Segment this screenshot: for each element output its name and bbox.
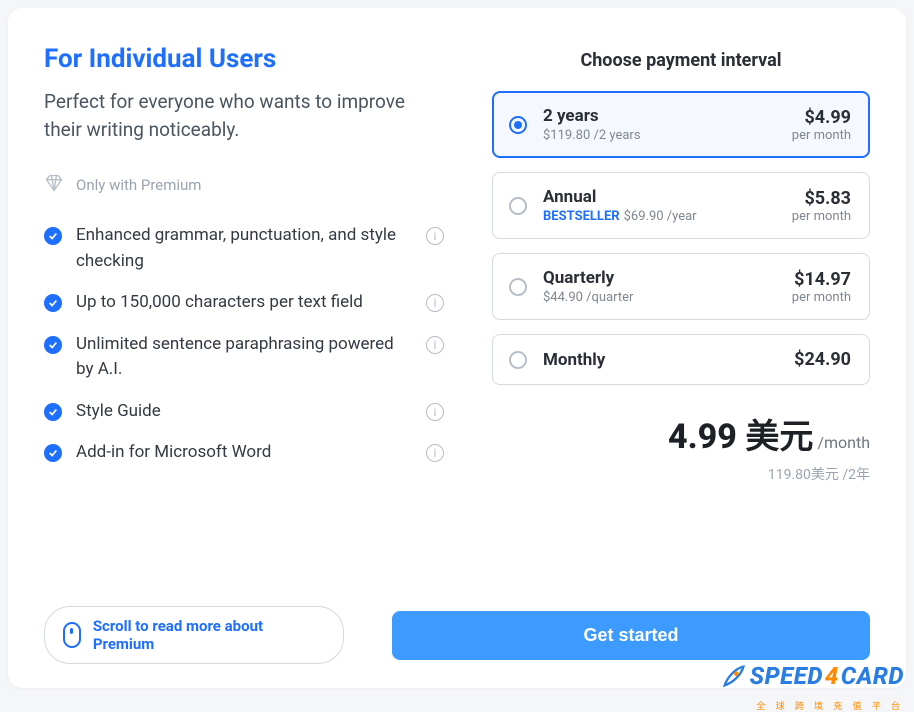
watermark-subtitle: 全 球 跨 境 充 值 平 台: [756, 699, 904, 712]
plan-price: $14.97 per month: [792, 269, 851, 305]
plan-main: 2 years $119.80 /2 years: [543, 106, 776, 143]
premium-header: Only with Premium: [44, 173, 444, 197]
plan-option-annual[interactable]: Annual BESTSELLER $69.90 /year $5.83 per …: [492, 172, 870, 239]
plan-main: Monthly: [543, 350, 778, 370]
plan-per: per month: [792, 290, 851, 305]
feature-text: Style Guide: [76, 399, 412, 425]
feature-item: Style Guide i: [44, 391, 444, 433]
info-icon[interactable]: i: [426, 294, 444, 312]
plan-option-2years[interactable]: 2 years $119.80 /2 years $4.99 per month: [492, 91, 870, 158]
premium-label: Only with Premium: [76, 176, 201, 194]
plan-name: 2 years: [543, 106, 776, 126]
plan-amount: $14.97: [792, 269, 851, 290]
summary-sub: 119.80美元 /2年: [492, 464, 870, 484]
plan-per: per month: [792, 209, 851, 224]
diamond-icon: [44, 173, 64, 197]
feature-text: Unlimited sentence paraphrasing powered …: [76, 332, 412, 383]
get-started-button[interactable]: Get started: [392, 611, 870, 660]
info-icon[interactable]: i: [426, 444, 444, 462]
plan-sub: $119.80 /2 years: [543, 128, 776, 143]
info-icon[interactable]: i: [426, 336, 444, 354]
check-icon: [44, 336, 62, 354]
top-row: For Individual Users Perfect for everyon…: [44, 44, 870, 592]
feature-item: Add-in for Microsoft Word i: [44, 432, 444, 474]
radio-icon: [509, 351, 527, 369]
summary-price: 4.99 美元: [668, 417, 813, 457]
plan-price: $5.83 per month: [792, 188, 851, 224]
feature-item: Up to 150,000 characters per text field …: [44, 282, 444, 324]
plan-name: Quarterly: [543, 268, 776, 288]
check-icon: [44, 227, 62, 245]
page-subtitle: Perfect for everyone who wants to improv…: [44, 88, 444, 143]
info-icon[interactable]: i: [426, 227, 444, 245]
bottom-row: Scroll to read more about Premium Get st…: [44, 592, 870, 688]
check-icon: [44, 444, 62, 462]
radio-icon: [509, 116, 527, 134]
plan-sub: $44.90 /quarter: [543, 290, 776, 305]
mouse-scroll-icon: [63, 622, 81, 648]
check-icon: [44, 403, 62, 421]
plan-price: $24.90: [794, 349, 851, 370]
plan-option-monthly[interactable]: Monthly $24.90: [492, 334, 870, 385]
page-title: For Individual Users: [44, 44, 444, 74]
plan-sub-text: $69.90 /year: [624, 209, 697, 224]
check-icon: [44, 294, 62, 312]
payment-heading: Choose payment interval: [492, 50, 870, 71]
plan-price: $4.99 per month: [792, 107, 851, 143]
plan-amount: $24.90: [794, 349, 851, 370]
plan-amount: $4.99: [792, 107, 851, 128]
plan-main: Annual BESTSELLER $69.90 /year: [543, 187, 776, 224]
plan-name: Annual: [543, 187, 776, 207]
pricing-card: For Individual Users Perfect for everyon…: [8, 8, 906, 688]
feature-item: Unlimited sentence paraphrasing powered …: [44, 324, 444, 391]
plan-amount: $5.83: [792, 188, 851, 209]
plan-option-quarterly[interactable]: Quarterly $44.90 /quarter $14.97 per mon…: [492, 253, 870, 320]
feature-text: Enhanced grammar, punctuation, and style…: [76, 223, 412, 274]
plan-list: 2 years $119.80 /2 years $4.99 per month…: [492, 91, 870, 385]
price-summary: 4.99 美元/month 119.80美元 /2年: [492, 409, 870, 484]
plan-per: per month: [792, 128, 851, 143]
feature-text: Add-in for Microsoft Word: [76, 440, 412, 466]
info-icon[interactable]: i: [426, 403, 444, 421]
plan-main: Quarterly $44.90 /quarter: [543, 268, 776, 305]
right-column: Choose payment interval 2 years $119.80 …: [492, 44, 870, 592]
plan-name: Monthly: [543, 350, 778, 370]
left-column: For Individual Users Perfect for everyon…: [44, 44, 444, 592]
feature-list: Enhanced grammar, punctuation, and style…: [44, 215, 444, 474]
scroll-label: Scroll to read more about Premium: [93, 617, 325, 653]
bestseller-badge: BESTSELLER: [543, 209, 620, 224]
feature-item: Enhanced grammar, punctuation, and style…: [44, 215, 444, 282]
plan-sub: BESTSELLER $69.90 /year: [543, 209, 776, 224]
summary-unit: /month: [817, 433, 870, 452]
radio-icon: [509, 278, 527, 296]
radio-icon: [509, 197, 527, 215]
feature-text: Up to 150,000 characters per text field: [76, 290, 412, 316]
scroll-more-button[interactable]: Scroll to read more about Premium: [44, 606, 344, 664]
